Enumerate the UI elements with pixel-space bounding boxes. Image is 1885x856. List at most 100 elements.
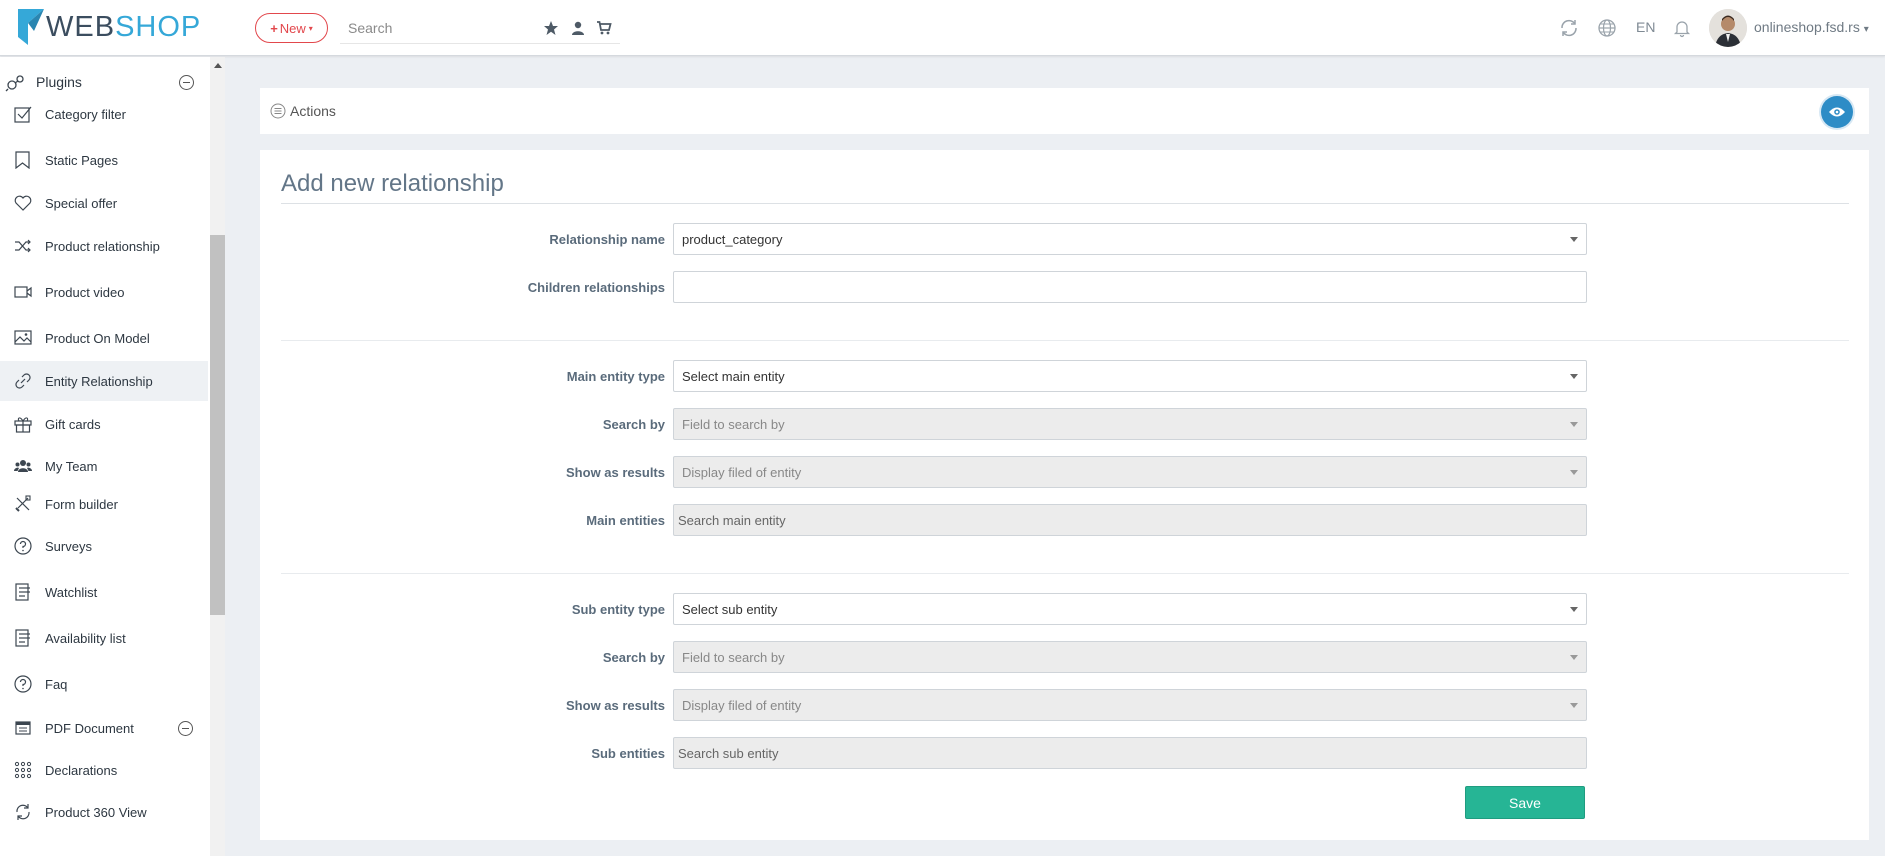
children-relationships-field[interactable] xyxy=(673,271,1587,303)
dropdown-caret-icon xyxy=(1570,655,1578,660)
sidebar-item-surveys[interactable]: Surveys xyxy=(0,523,208,569)
sidebar-item-watchlist[interactable]: Watchlist xyxy=(0,569,208,615)
scroll-thumb[interactable] xyxy=(210,235,225,615)
sidebar-item-label: Faq xyxy=(45,676,68,692)
search-input[interactable] xyxy=(348,18,528,38)
main-entities-input[interactable] xyxy=(678,512,1586,528)
sidebar-item-label: Availability list xyxy=(45,630,126,646)
plugins-icon xyxy=(5,75,24,92)
relationship-name-select[interactable]: product_category xyxy=(673,223,1587,255)
question-icon xyxy=(14,537,32,555)
sidebar-item-label: Surveys xyxy=(45,538,92,554)
globe-icon[interactable] xyxy=(1596,17,1618,39)
dropdown-caret-icon xyxy=(1570,422,1578,427)
sub-entities-input[interactable] xyxy=(678,745,1586,761)
heart-icon xyxy=(14,195,32,211)
sidebar-item-availability-list[interactable]: Availability list xyxy=(0,615,208,661)
main-search-by-label: Search by xyxy=(602,417,665,432)
expand-icon[interactable] xyxy=(178,721,193,736)
sidebar-scrollbar[interactable] xyxy=(210,57,225,856)
sidebar-item-static-pages[interactable]: Static Pages xyxy=(0,137,208,183)
sidebar-item-my-team[interactable]: My Team xyxy=(0,447,208,485)
logo[interactable]: WEBSHOP xyxy=(18,9,201,45)
grid-icon xyxy=(14,761,32,779)
dropdown-caret-icon xyxy=(1570,470,1578,475)
sidebar-item-label: Declarations xyxy=(45,762,118,778)
sidebar-item-product-relationship[interactable]: Product relationship xyxy=(0,223,208,269)
bookmark-icon xyxy=(15,151,30,169)
user-menu[interactable]: onlineshop.fsd.rs ▾ xyxy=(1754,19,1869,35)
main-search-by-select[interactable]: Field to search by xyxy=(673,408,1587,440)
sub-entity-type-label: Sub entity type xyxy=(571,602,665,617)
main-entity-type-select[interactable]: Select main entity xyxy=(673,360,1587,392)
top-bar: WEBSHOP + New ▾ EN onlineshop.fsd.rs ▾ xyxy=(0,0,1885,56)
main-show-as-results-value: Display filed of entity xyxy=(682,464,802,480)
language-selector[interactable]: EN xyxy=(1636,19,1655,35)
new-button[interactable]: + New ▾ xyxy=(255,13,328,43)
save-button[interactable]: Save xyxy=(1465,786,1585,819)
main-show-as-results-select[interactable]: Display filed of entity xyxy=(673,456,1587,488)
refresh-icon[interactable] xyxy=(1558,17,1580,39)
relationship-form-card: Add new relationship Relationship name p… xyxy=(260,150,1869,840)
sidebar-item-pdf-document[interactable]: PDF Document xyxy=(0,707,208,749)
sub-show-as-results-label: Show as results xyxy=(566,698,665,713)
rotate-icon xyxy=(16,804,30,820)
main-entities-label: Main entities xyxy=(586,513,665,528)
main-entities-field[interactable] xyxy=(673,504,1587,536)
image-icon xyxy=(14,330,32,345)
sidebar-item-label: Gift cards xyxy=(45,416,101,432)
sidebar-item-product-video[interactable]: Product video xyxy=(0,269,208,315)
section-divider xyxy=(281,340,1849,341)
sidebar-item-product-360-view[interactable]: Product 360 View xyxy=(0,791,208,833)
sidebar-item-label: PDF Document xyxy=(45,720,134,736)
sub-show-as-results-select[interactable]: Display filed of entity xyxy=(673,689,1587,721)
sidebar-item-label: Form builder xyxy=(45,496,118,512)
sidebar-item-faq[interactable]: Faq xyxy=(0,661,208,707)
sidebar-item-product-on-model[interactable]: Product On Model xyxy=(0,315,208,361)
shuffle-icon xyxy=(15,239,31,253)
sidebar-item-label: Static Pages xyxy=(45,152,118,168)
logo-text: WEBSHOP xyxy=(46,10,202,43)
sub-entity-type-value: Select sub entity xyxy=(682,601,778,617)
sub-entities-field[interactable] xyxy=(673,737,1587,769)
sidebar-item-declarations[interactable]: Declarations xyxy=(0,749,208,791)
children-relationships-label: Children relationships xyxy=(527,280,665,295)
question-icon xyxy=(14,675,32,693)
sub-search-by-select[interactable]: Field to search by xyxy=(673,641,1587,673)
preview-button[interactable] xyxy=(1821,96,1853,128)
checkbox-icon xyxy=(14,106,32,123)
sidebar-item-gift-cards[interactable]: Gift cards xyxy=(0,401,208,447)
logo-mark-icon xyxy=(18,9,44,45)
sidebar-item-label: Product On Model xyxy=(45,330,150,346)
title-divider xyxy=(281,203,1849,204)
avatar[interactable] xyxy=(1709,9,1747,47)
sidebar-item-form-builder[interactable]: Form builder xyxy=(0,485,208,523)
main-show-as-results-label: Show as results xyxy=(566,465,665,480)
sidebar-item-category-filter[interactable]: Category filter xyxy=(0,91,208,137)
sub-entity-type-select[interactable]: Select sub entity xyxy=(673,593,1587,625)
bell-icon[interactable] xyxy=(1671,17,1693,39)
tools-icon xyxy=(15,495,31,512)
relationship-name-value: product_category xyxy=(682,231,783,247)
search-bar xyxy=(340,12,620,44)
dropdown-caret-icon xyxy=(1570,703,1578,708)
main-entity-type-value: Select main entity xyxy=(682,368,785,384)
sidebar-item-special-offer[interactable]: Special offer xyxy=(0,183,208,223)
sub-search-by-value: Field to search by xyxy=(682,649,785,665)
sub-search-by-label: Search by xyxy=(602,650,665,665)
scroll-up-arrow-icon[interactable] xyxy=(214,63,222,68)
plus-icon: + xyxy=(270,20,278,36)
collapse-icon[interactable] xyxy=(179,75,194,90)
sub-entities-label: Sub entities xyxy=(591,746,665,761)
sidebar-item-entity-relationship[interactable]: Entity Relationship xyxy=(0,361,208,401)
avatar-image xyxy=(1709,9,1747,47)
sidebar-item-label: Entity Relationship xyxy=(45,373,153,389)
actions-label[interactable]: Actions xyxy=(290,103,336,119)
cart-icon[interactable] xyxy=(596,20,612,36)
user-icon[interactable] xyxy=(570,20,586,36)
sidebar-item-label: Category filter xyxy=(45,106,126,122)
new-button-label: New xyxy=(279,20,306,36)
dropdown-caret-icon xyxy=(1570,374,1578,379)
actions-bar: Actions xyxy=(260,88,1869,134)
star-icon[interactable] xyxy=(543,20,559,36)
